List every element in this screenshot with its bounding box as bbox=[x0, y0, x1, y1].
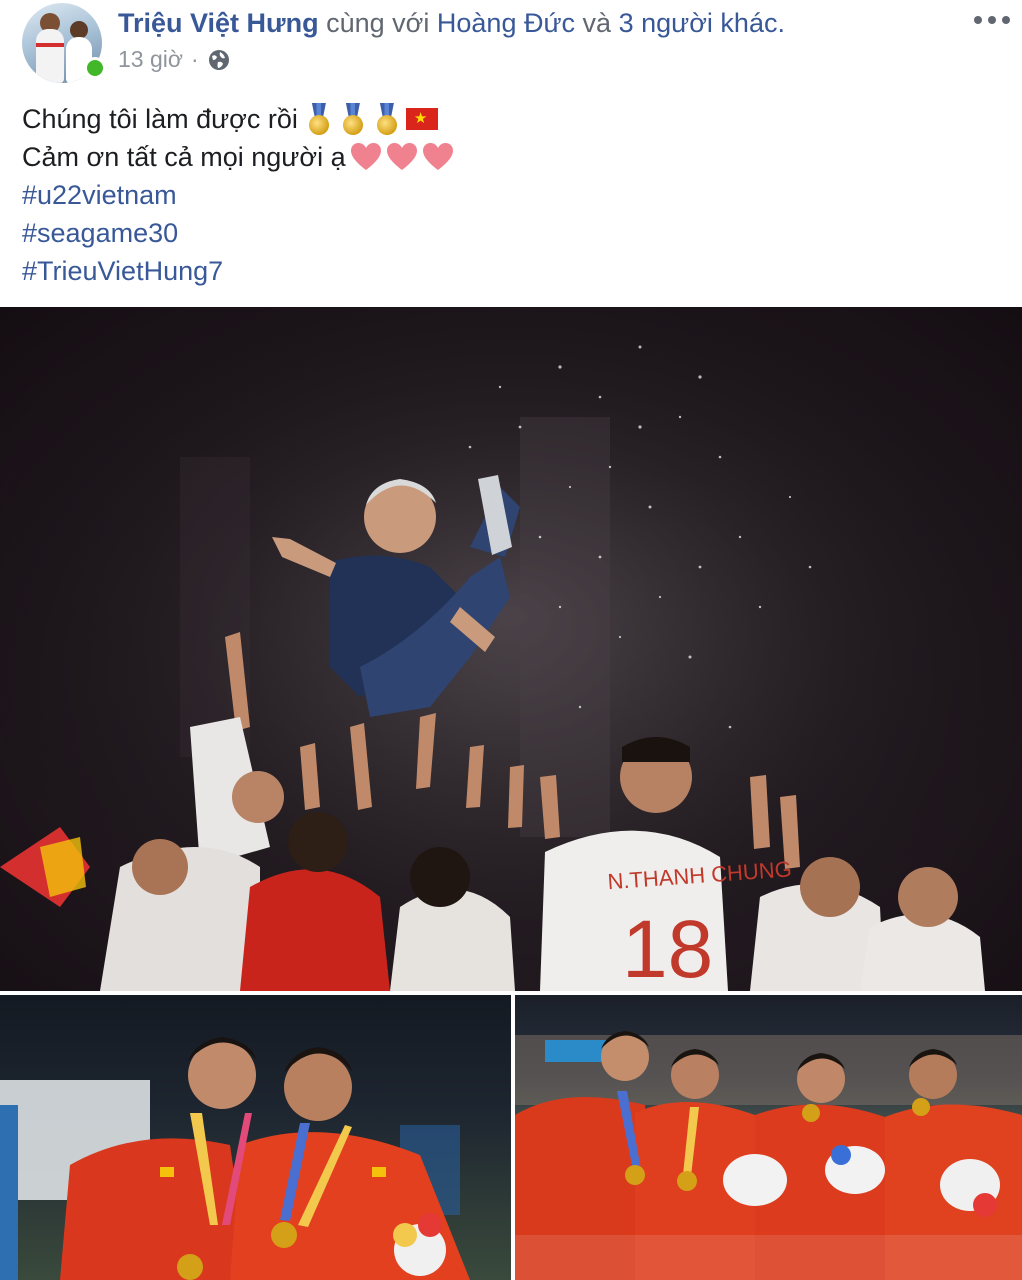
hashtag-trievietnhung7-link[interactable]: #TrieuVietHung7 bbox=[22, 252, 454, 290]
post-meta: 13 giờ · bbox=[118, 46, 231, 73]
post-text: Chúng tôi làm được rồi ★ Cảm ơn tất cả m… bbox=[22, 100, 454, 290]
heart-icon bbox=[422, 143, 453, 170]
and-text: và bbox=[582, 8, 612, 38]
post-photo-main[interactable]: N.THANH CHUNG 18 bbox=[0, 307, 1022, 991]
post-header: Triệu Việt Hưng cùng với Hoàng Đức và 3 … bbox=[0, 0, 1022, 90]
post-text-line: Chúng tôi làm được rồi ★ bbox=[22, 100, 454, 138]
meta-separator: · bbox=[190, 46, 199, 72]
post-photo-right[interactable] bbox=[515, 995, 1022, 1280]
medal-icon bbox=[374, 103, 400, 135]
post-photo-left[interactable] bbox=[0, 995, 511, 1280]
author-line: Triệu Việt Hưng cùng với Hoàng Đức và 3 … bbox=[118, 8, 785, 39]
online-status-icon bbox=[84, 57, 106, 79]
heart-icon bbox=[350, 143, 381, 170]
author-name-link[interactable]: Triệu Việt Hưng bbox=[118, 8, 319, 38]
post-timestamp[interactable]: 13 giờ bbox=[118, 46, 183, 73]
more-options-icon[interactable] bbox=[974, 10, 1010, 30]
jersey-number: 18 bbox=[622, 904, 713, 991]
with-text: cùng với bbox=[326, 8, 430, 38]
hashtag-seagame30-link[interactable]: #seagame30 bbox=[22, 214, 454, 252]
post-text-line: Cảm ơn tất cả mọi người ạ bbox=[22, 138, 454, 176]
hashtag-u22vietnam-link[interactable]: #u22vietnam bbox=[22, 176, 454, 214]
medal-icon bbox=[306, 103, 332, 135]
vietnam-flag-icon: ★ bbox=[405, 108, 438, 130]
others-link[interactable]: 3 người khác. bbox=[619, 8, 785, 38]
tagged-person-link[interactable]: Hoàng Đức bbox=[437, 8, 575, 38]
heart-icon bbox=[386, 143, 417, 170]
medal-icon bbox=[340, 103, 366, 135]
globe-icon bbox=[207, 48, 231, 72]
